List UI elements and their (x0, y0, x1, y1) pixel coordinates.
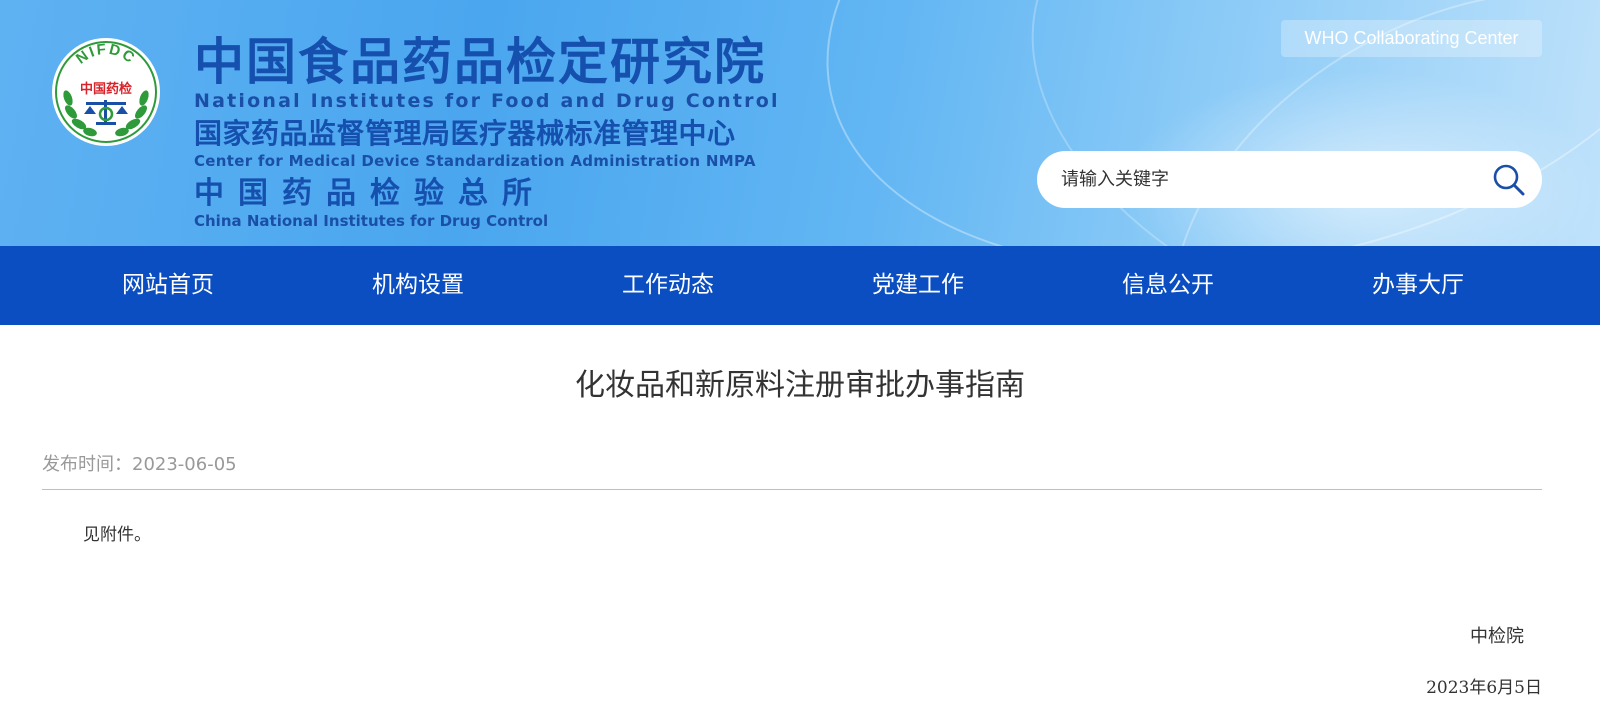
main-nav: 网站首页 机构设置 工作动态 党建工作 信息公开 办事大厅 (0, 246, 1600, 325)
nav-item-organization[interactable]: 机构设置 (318, 246, 518, 325)
site-third-cn: 中国药品检验总所 (194, 176, 546, 211)
site-subtitle-cn: 国家药品监督管理局医疗器械标准管理中心 (194, 117, 736, 150)
nifdc-logo[interactable]: NIFDC 中国药检 (50, 36, 162, 148)
site-header: NIFDC 中国药检 中国食品药品检定研究院 National Institut… (0, 0, 1600, 246)
site-title-cn: 中国食品药品检定研究院 (194, 33, 766, 91)
nav-item-disclosure[interactable]: 信息公开 (1068, 246, 1268, 325)
search-box (1037, 151, 1542, 208)
publish-info: 发布时间：2023-06-05 (42, 452, 237, 478)
search-input[interactable] (1061, 151, 1461, 208)
nav-item-home[interactable]: 网站首页 (68, 246, 268, 325)
publish-label: 发布时间： (42, 454, 132, 475)
article-title: 化妆品和新原料注册审批办事指南 (575, 368, 1025, 403)
publish-date: 2023-06-05 (132, 454, 237, 475)
search-icon[interactable] (1492, 163, 1526, 197)
nav-item-services[interactable]: 办事大厅 (1318, 246, 1518, 325)
site-titles: 中国食品药品检定研究院 National Institutes for Food… (194, 34, 780, 230)
site-title-en: National Institutes for Food and Drug Co… (194, 90, 780, 112)
logo-subtext: 中国药检 (80, 81, 132, 97)
nav-item-news[interactable]: 工作动态 (568, 246, 768, 325)
signature-date: 2023年6月5日 (1426, 678, 1542, 698)
site-subtitle-en: Center for Medical Device Standardizatio… (194, 152, 756, 170)
signature-org: 中检院 (1470, 626, 1524, 647)
nav-item-party[interactable]: 党建工作 (818, 246, 1018, 325)
who-collaborating-center-button[interactable]: WHO Collaborating Center (1281, 20, 1542, 57)
article-body: 见附件。 (83, 525, 151, 545)
site-third-en: China National Institutes for Drug Contr… (194, 212, 549, 230)
divider (42, 489, 1542, 490)
